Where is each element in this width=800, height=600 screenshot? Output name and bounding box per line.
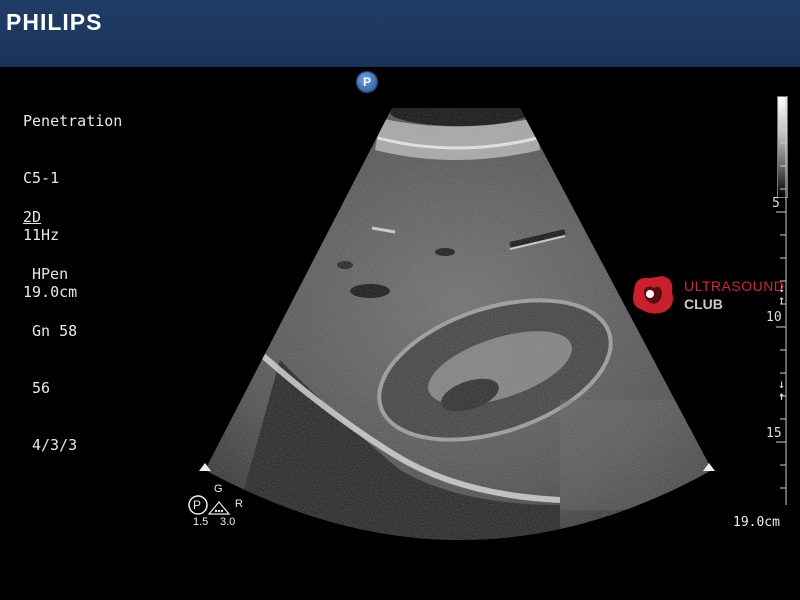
depth-tick-label: 5: [772, 196, 780, 211]
probe-p-label: P: [193, 498, 202, 512]
probe-indicator: P G R 1.5 3.0: [187, 483, 257, 535]
focus-arrow-icon: ↓ ↑: [778, 377, 786, 403]
watermark-line2: CLUB: [684, 296, 723, 312]
ultrasound-club-icon: [633, 276, 673, 314]
probe-g-label: G: [214, 483, 223, 495]
sector-marker-left-icon: [199, 463, 211, 471]
probe-r-label: R: [235, 498, 243, 510]
probe-left-value: 1.5: [193, 516, 209, 528]
sector-marker-right-icon: [703, 463, 715, 471]
total-depth-label: 19.0cm: [733, 515, 780, 530]
probe-right-value: 3.0: [220, 516, 236, 528]
watermark-logo: ULTRASOUND CLUB: [628, 272, 798, 318]
depth-tick-label: 15: [766, 426, 782, 441]
watermark-line1: ULTRASOUND: [684, 278, 785, 294]
